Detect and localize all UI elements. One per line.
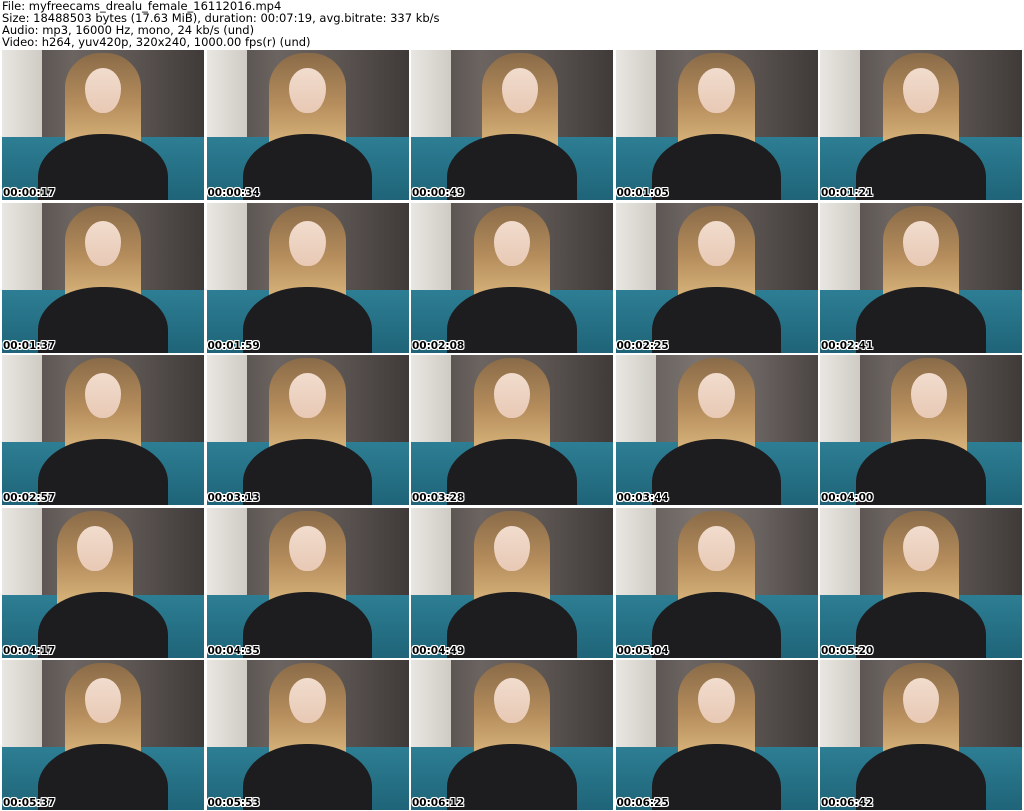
frame-timestamp: 00:05:37 [3,797,56,809]
video-frame-thumbnail: 00:04:35 [206,507,409,658]
frame-timestamp: 00:00:17 [3,187,56,199]
video-frame-thumbnail: 00:02:25 [615,202,818,353]
frame-timestamp: 00:05:53 [207,797,260,809]
video-frame-thumbnail: 00:05:37 [2,660,204,810]
thumbnail-grid: 00:00:17 00:00:34 00:00:49 00:01:05 00:0… [2,50,1022,810]
frame-timestamp: 00:05:04 [616,644,669,657]
video-frame-thumbnail: 00:01:59 [206,202,409,353]
video-frame-thumbnail: 00:02:41 [820,202,1022,353]
frame-timestamp: 00:02:41 [821,339,874,352]
frame-timestamp: 00:06:12 [412,797,465,809]
frame-timestamp: 00:03:44 [616,492,669,504]
video-frame-thumbnail: 00:06:25 [615,660,818,810]
frame-timestamp: 00:00:49 [412,187,465,199]
frame-timestamp: 00:06:25 [616,797,669,809]
video-frame-thumbnail: 00:00:49 [411,50,613,200]
frame-timestamp: 00:01:37 [3,339,56,352]
video-frame-thumbnail: 00:04:00 [820,355,1022,505]
frame-timestamp: 00:05:20 [821,644,874,657]
video-frame-thumbnail: 00:03:28 [411,355,613,505]
frame-timestamp: 00:06:42 [821,797,874,809]
video-frame-thumbnail: 00:06:12 [411,660,613,810]
video-frame-thumbnail: 00:03:44 [615,355,818,505]
frame-timestamp: 00:03:28 [412,492,465,504]
frame-timestamp: 00:01:59 [207,339,260,352]
frame-timestamp: 00:04:35 [207,644,260,657]
file-info-header: File: myfreecams_drealu_female_16112016.… [2,0,1022,48]
video-frame-thumbnail: 00:00:17 [2,50,204,200]
video-frame-thumbnail: 00:00:34 [206,50,409,200]
video-info-line: Video: h264, yuv420p, 320x240, 1000.00 f… [2,35,311,49]
video-frame-thumbnail: 00:06:42 [820,660,1022,810]
frame-timestamp: 00:01:05 [616,187,669,199]
frame-timestamp: 00:04:00 [821,492,874,504]
video-frame-thumbnail: 00:05:53 [206,660,409,810]
video-frame-thumbnail: 00:04:49 [411,507,613,658]
video-frame-thumbnail: 00:01:21 [820,50,1022,200]
frame-timestamp: 00:03:13 [207,492,260,504]
frame-timestamp: 00:04:49 [412,644,465,657]
video-frame-thumbnail: 00:02:57 [2,355,204,505]
frame-timestamp: 00:01:21 [821,187,874,199]
frame-timestamp: 00:02:25 [616,339,669,352]
frame-timestamp: 00:02:08 [412,339,465,352]
video-frame-thumbnail: 00:04:17 [2,507,204,658]
frame-timestamp: 00:00:34 [207,187,260,199]
video-frame-thumbnail: 00:01:37 [2,202,204,353]
frame-timestamp: 00:02:57 [3,492,56,504]
video-frame-thumbnail: 00:03:13 [206,355,409,505]
video-frame-thumbnail: 00:01:05 [615,50,818,200]
frame-timestamp: 00:04:17 [3,644,56,657]
video-frame-thumbnail: 00:05:04 [615,507,818,658]
video-frame-thumbnail: 00:02:08 [411,202,613,353]
video-frame-thumbnail: 00:05:20 [820,507,1022,658]
